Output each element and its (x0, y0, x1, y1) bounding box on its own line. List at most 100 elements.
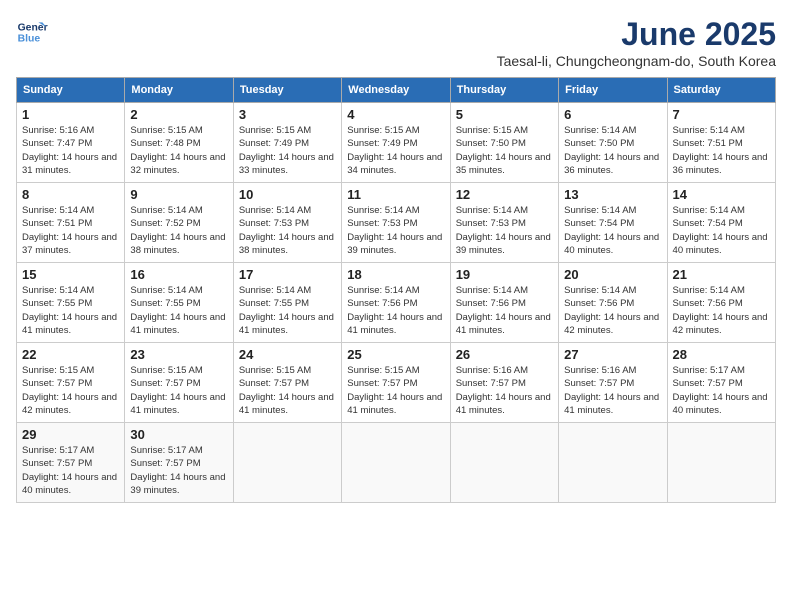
calendar-cell: 22 Sunrise: 5:15 AM Sunset: 7:57 PM Dayl… (17, 343, 125, 423)
day-number: 12 (456, 187, 553, 202)
day-info: Sunrise: 5:14 AM Sunset: 7:51 PM Dayligh… (22, 204, 119, 257)
day-info: Sunrise: 5:14 AM Sunset: 7:55 PM Dayligh… (239, 284, 336, 337)
day-info: Sunrise: 5:14 AM Sunset: 7:56 PM Dayligh… (347, 284, 444, 337)
calendar-cell (342, 423, 450, 503)
calendar-cell: 1 Sunrise: 5:16 AM Sunset: 7:47 PM Dayli… (17, 103, 125, 183)
calendar-cell: 16 Sunrise: 5:14 AM Sunset: 7:55 PM Dayl… (125, 263, 233, 343)
calendar-cell: 15 Sunrise: 5:14 AM Sunset: 7:55 PM Dayl… (17, 263, 125, 343)
calendar-cell: 30 Sunrise: 5:17 AM Sunset: 7:57 PM Dayl… (125, 423, 233, 503)
calendar-cell: 11 Sunrise: 5:14 AM Sunset: 7:53 PM Dayl… (342, 183, 450, 263)
day-info: Sunrise: 5:15 AM Sunset: 7:49 PM Dayligh… (347, 124, 444, 177)
logo: General Blue (16, 16, 48, 48)
weekday-header-sunday: Sunday (17, 78, 125, 103)
calendar-cell: 8 Sunrise: 5:14 AM Sunset: 7:51 PM Dayli… (17, 183, 125, 263)
day-info: Sunrise: 5:15 AM Sunset: 7:57 PM Dayligh… (347, 364, 444, 417)
day-info: Sunrise: 5:14 AM Sunset: 7:55 PM Dayligh… (130, 284, 227, 337)
calendar-cell: 17 Sunrise: 5:14 AM Sunset: 7:55 PM Dayl… (233, 263, 341, 343)
calendar-cell: 6 Sunrise: 5:14 AM Sunset: 7:50 PM Dayli… (559, 103, 667, 183)
day-info: Sunrise: 5:17 AM Sunset: 7:57 PM Dayligh… (673, 364, 770, 417)
calendar-row-1: 8 Sunrise: 5:14 AM Sunset: 7:51 PM Dayli… (17, 183, 776, 263)
weekday-header-thursday: Thursday (450, 78, 558, 103)
calendar-cell: 10 Sunrise: 5:14 AM Sunset: 7:53 PM Dayl… (233, 183, 341, 263)
day-number: 14 (673, 187, 770, 202)
day-info: Sunrise: 5:14 AM Sunset: 7:53 PM Dayligh… (347, 204, 444, 257)
weekday-header-wednesday: Wednesday (342, 78, 450, 103)
calendar-row-2: 15 Sunrise: 5:14 AM Sunset: 7:55 PM Dayl… (17, 263, 776, 343)
day-number: 19 (456, 267, 553, 282)
calendar-cell: 19 Sunrise: 5:14 AM Sunset: 7:56 PM Dayl… (450, 263, 558, 343)
day-number: 9 (130, 187, 227, 202)
day-info: Sunrise: 5:14 AM Sunset: 7:50 PM Dayligh… (564, 124, 661, 177)
day-info: Sunrise: 5:17 AM Sunset: 7:57 PM Dayligh… (130, 444, 227, 497)
calendar-cell: 3 Sunrise: 5:15 AM Sunset: 7:49 PM Dayli… (233, 103, 341, 183)
day-info: Sunrise: 5:15 AM Sunset: 7:57 PM Dayligh… (130, 364, 227, 417)
calendar-cell: 23 Sunrise: 5:15 AM Sunset: 7:57 PM Dayl… (125, 343, 233, 423)
day-number: 6 (564, 107, 661, 122)
calendar-cell: 21 Sunrise: 5:14 AM Sunset: 7:56 PM Dayl… (667, 263, 775, 343)
day-number: 7 (673, 107, 770, 122)
weekday-header-tuesday: Tuesday (233, 78, 341, 103)
day-info: Sunrise: 5:16 AM Sunset: 7:57 PM Dayligh… (564, 364, 661, 417)
day-number: 18 (347, 267, 444, 282)
day-number: 1 (22, 107, 119, 122)
location-title: Taesal-li, Chungcheongnam-do, South Kore… (497, 53, 776, 69)
day-number: 29 (22, 427, 119, 442)
calendar-row-0: 1 Sunrise: 5:16 AM Sunset: 7:47 PM Dayli… (17, 103, 776, 183)
day-info: Sunrise: 5:15 AM Sunset: 7:50 PM Dayligh… (456, 124, 553, 177)
day-number: 16 (130, 267, 227, 282)
calendar-cell (559, 423, 667, 503)
day-info: Sunrise: 5:14 AM Sunset: 7:56 PM Dayligh… (673, 284, 770, 337)
calendar-cell: 4 Sunrise: 5:15 AM Sunset: 7:49 PM Dayli… (342, 103, 450, 183)
day-number: 30 (130, 427, 227, 442)
day-info: Sunrise: 5:15 AM Sunset: 7:57 PM Dayligh… (239, 364, 336, 417)
day-number: 13 (564, 187, 661, 202)
day-number: 27 (564, 347, 661, 362)
day-number: 21 (673, 267, 770, 282)
calendar-cell: 5 Sunrise: 5:15 AM Sunset: 7:50 PM Dayli… (450, 103, 558, 183)
calendar-cell: 18 Sunrise: 5:14 AM Sunset: 7:56 PM Dayl… (342, 263, 450, 343)
day-number: 23 (130, 347, 227, 362)
calendar-cell: 28 Sunrise: 5:17 AM Sunset: 7:57 PM Dayl… (667, 343, 775, 423)
calendar-cell (667, 423, 775, 503)
title-area: June 2025 Taesal-li, Chungcheongnam-do, … (497, 16, 776, 69)
calendar-cell: 20 Sunrise: 5:14 AM Sunset: 7:56 PM Dayl… (559, 263, 667, 343)
logo-icon: General Blue (16, 16, 48, 48)
day-info: Sunrise: 5:15 AM Sunset: 7:48 PM Dayligh… (130, 124, 227, 177)
day-info: Sunrise: 5:14 AM Sunset: 7:51 PM Dayligh… (673, 124, 770, 177)
day-number: 15 (22, 267, 119, 282)
day-info: Sunrise: 5:16 AM Sunset: 7:47 PM Dayligh… (22, 124, 119, 177)
day-info: Sunrise: 5:14 AM Sunset: 7:54 PM Dayligh… (564, 204, 661, 257)
month-title: June 2025 (497, 16, 776, 53)
day-info: Sunrise: 5:15 AM Sunset: 7:49 PM Dayligh… (239, 124, 336, 177)
weekday-header-monday: Monday (125, 78, 233, 103)
calendar-cell: 2 Sunrise: 5:15 AM Sunset: 7:48 PM Dayli… (125, 103, 233, 183)
weekday-header-friday: Friday (559, 78, 667, 103)
day-number: 11 (347, 187, 444, 202)
calendar-cell: 26 Sunrise: 5:16 AM Sunset: 7:57 PM Dayl… (450, 343, 558, 423)
day-info: Sunrise: 5:15 AM Sunset: 7:57 PM Dayligh… (22, 364, 119, 417)
day-number: 4 (347, 107, 444, 122)
calendar-cell: 13 Sunrise: 5:14 AM Sunset: 7:54 PM Dayl… (559, 183, 667, 263)
day-number: 2 (130, 107, 227, 122)
day-number: 28 (673, 347, 770, 362)
calendar-cell: 27 Sunrise: 5:16 AM Sunset: 7:57 PM Dayl… (559, 343, 667, 423)
day-number: 8 (22, 187, 119, 202)
day-number: 22 (22, 347, 119, 362)
calendar-cell: 25 Sunrise: 5:15 AM Sunset: 7:57 PM Dayl… (342, 343, 450, 423)
day-info: Sunrise: 5:16 AM Sunset: 7:57 PM Dayligh… (456, 364, 553, 417)
weekday-header-saturday: Saturday (667, 78, 775, 103)
day-number: 26 (456, 347, 553, 362)
day-info: Sunrise: 5:14 AM Sunset: 7:53 PM Dayligh… (239, 204, 336, 257)
day-number: 5 (456, 107, 553, 122)
day-info: Sunrise: 5:14 AM Sunset: 7:53 PM Dayligh… (456, 204, 553, 257)
day-number: 10 (239, 187, 336, 202)
calendar-cell: 14 Sunrise: 5:14 AM Sunset: 7:54 PM Dayl… (667, 183, 775, 263)
svg-text:Blue: Blue (18, 34, 41, 45)
day-info: Sunrise: 5:17 AM Sunset: 7:57 PM Dayligh… (22, 444, 119, 497)
calendar-table: SundayMondayTuesdayWednesdayThursdayFrid… (16, 77, 776, 503)
day-number: 25 (347, 347, 444, 362)
day-info: Sunrise: 5:14 AM Sunset: 7:55 PM Dayligh… (22, 284, 119, 337)
day-info: Sunrise: 5:14 AM Sunset: 7:54 PM Dayligh… (673, 204, 770, 257)
calendar-cell (233, 423, 341, 503)
calendar-cell: 7 Sunrise: 5:14 AM Sunset: 7:51 PM Dayli… (667, 103, 775, 183)
